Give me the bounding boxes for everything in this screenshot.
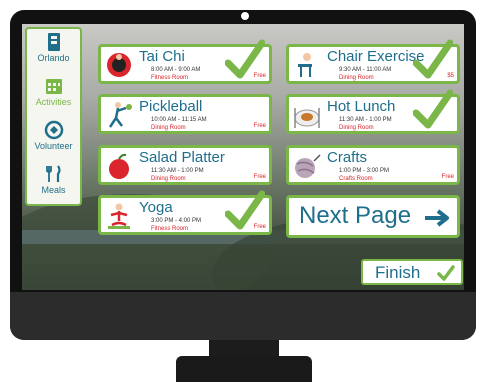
check-icon bbox=[225, 39, 265, 79]
check-icon bbox=[225, 190, 265, 230]
activity-room: Fitness Room bbox=[151, 226, 189, 232]
sidebar-item-label: Activities bbox=[35, 97, 72, 107]
monitor-chin bbox=[10, 292, 476, 340]
activity-time: 11:30 AM - 1:00 PM bbox=[151, 168, 204, 174]
activity-title: Chair Exercise bbox=[327, 48, 425, 65]
next-page-label: Next Page bbox=[299, 202, 412, 229]
next-page-button[interactable]: Next Page bbox=[286, 195, 460, 238]
activity-card-tai-chi[interactable]: Tai Chi 8:00 AM - 9:00 AM Fitness Room F… bbox=[98, 39, 272, 84]
sidebar: Orlando Activities Volunteer Meals bbox=[25, 27, 82, 206]
activity-price: Free bbox=[253, 123, 266, 129]
activity-time: 9:30 AM - 11:00 AM bbox=[339, 67, 392, 73]
activity-time: 3:00 PM - 4:00 PM bbox=[151, 218, 202, 224]
check-icon bbox=[437, 265, 455, 281]
activity-title: Pickleball bbox=[139, 98, 203, 115]
activity-room: Dining Room bbox=[151, 125, 186, 131]
activity-card-hot-lunch[interactable]: Hot Lunch 11:30 AM - 1:00 PM Dining Room bbox=[286, 89, 460, 134]
fork-knife-icon bbox=[45, 165, 61, 182]
finish-button[interactable]: Finish bbox=[361, 259, 463, 285]
activity-room: Fitness Room bbox=[151, 75, 189, 81]
activity-card-salad-platter[interactable]: Salad Platter 11:30 AM - 1:00 PM Dining … bbox=[98, 145, 272, 185]
tai-chi-icon bbox=[107, 53, 131, 77]
yoga-icon bbox=[108, 203, 130, 229]
compass-icon bbox=[44, 120, 63, 140]
arrow-right-icon bbox=[425, 209, 449, 227]
activity-card-pickleball[interactable]: Pickleball 10:00 AM - 11:15 AM Dining Ro… bbox=[98, 94, 272, 134]
sidebar-item-volunteer[interactable]: Volunteer bbox=[27, 117, 80, 159]
pickleball-icon bbox=[108, 102, 132, 128]
building-icon bbox=[47, 33, 60, 51]
sidebar-item-orlando[interactable]: Orlando bbox=[27, 29, 80, 71]
activity-title: Crafts bbox=[327, 149, 368, 166]
sidebar-item-label: Meals bbox=[41, 185, 66, 195]
chair-exercise-icon bbox=[298, 53, 312, 77]
apple-icon bbox=[109, 153, 129, 179]
activity-time: 8:00 AM - 9:00 AM bbox=[151, 67, 201, 73]
sidebar-item-label: Orlando bbox=[37, 53, 70, 63]
activity-title: Salad Platter bbox=[139, 149, 225, 166]
check-icon bbox=[413, 39, 453, 79]
activity-title: Tai Chi bbox=[139, 48, 185, 65]
activity-time: 11:30 AM - 1:00 PM bbox=[339, 117, 392, 123]
yarn-icon bbox=[295, 154, 321, 178]
sidebar-item-label: Volunteer bbox=[34, 141, 73, 151]
activity-card-chair-exercise[interactable]: Chair Exercise 9:30 AM - 11:00 AM Dining… bbox=[286, 39, 460, 84]
finish-label: Finish bbox=[375, 263, 421, 282]
calendar-icon bbox=[45, 79, 62, 94]
activity-room: Dining Room bbox=[339, 75, 374, 81]
activity-room: Crafts Room bbox=[339, 176, 373, 182]
activity-card-crafts[interactable]: Crafts 1:00 PM - 3:00 PM Crafts Room Fre… bbox=[286, 145, 460, 185]
kiosk-screen: Orlando Activities Volunteer Meals Tai C… bbox=[22, 24, 464, 290]
activity-price: Free bbox=[441, 174, 454, 180]
activity-room: Dining Room bbox=[151, 176, 186, 182]
activity-time: 1:00 PM - 3:00 PM bbox=[339, 168, 390, 174]
activity-title: Hot Lunch bbox=[327, 98, 396, 115]
check-icon bbox=[413, 89, 453, 129]
monitor-stand-base bbox=[176, 356, 312, 382]
activity-time: 10:00 AM - 11:15 AM bbox=[151, 117, 207, 123]
sidebar-item-meals[interactable]: Meals bbox=[27, 161, 80, 203]
activity-price: Free bbox=[253, 174, 266, 180]
activity-room: Dining Room bbox=[339, 125, 374, 131]
sidebar-item-activities[interactable]: Activities bbox=[27, 73, 80, 115]
activity-title: Yoga bbox=[139, 199, 173, 216]
webcam-dot bbox=[241, 12, 249, 20]
activity-card-yoga[interactable]: Yoga 3:00 PM - 4:00 PM Fitness Room Free bbox=[98, 190, 272, 235]
plate-icon bbox=[294, 108, 320, 128]
